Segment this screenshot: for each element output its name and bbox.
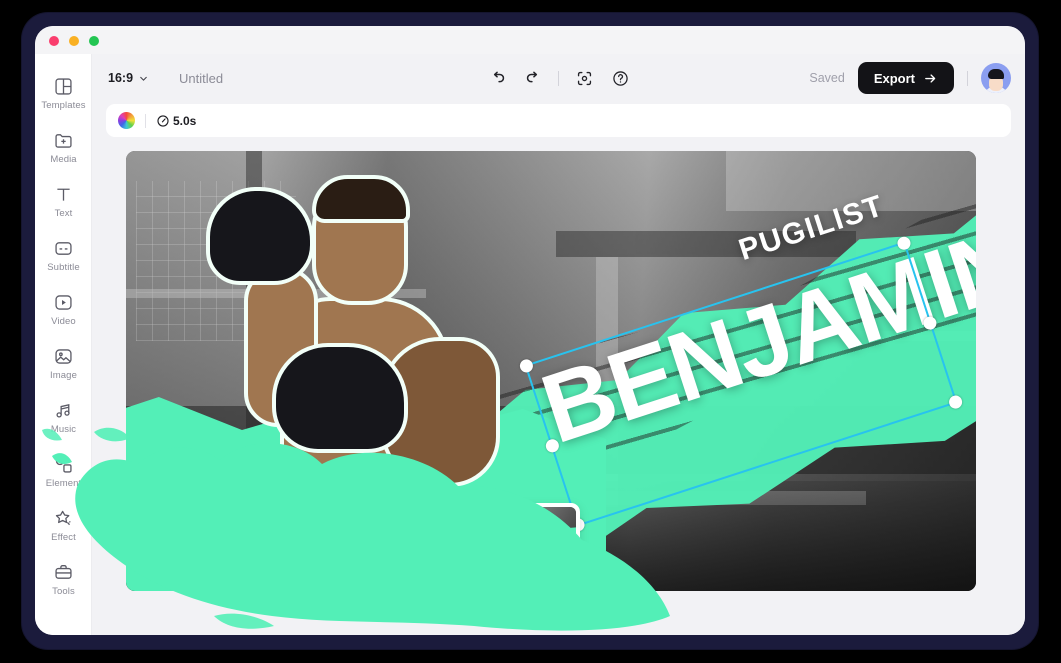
sidebar-item-media[interactable]: Media [35, 120, 92, 174]
sidebar-label-image: Image [50, 369, 77, 381]
timeline-clip-01[interactable]: 01 PUGILIST BENJAMIN [282, 503, 427, 585]
sidebar-item-image[interactable]: Image [35, 336, 92, 390]
element-icon [53, 454, 75, 476]
media-add-folder-icon [53, 130, 75, 152]
sidebar-label-templates: Templates [41, 99, 86, 111]
sidebar-item-tools[interactable]: Tools [35, 552, 92, 606]
avatar[interactable] [981, 63, 1011, 93]
aspect-ratio-value: 16:9 [108, 71, 134, 85]
undo-icon[interactable] [486, 67, 508, 89]
image-icon [53, 346, 75, 368]
timeline-clip-02[interactable]: 02 PUGILIST BENJAMIN [435, 503, 580, 585]
main-area: 16:9 Untitled Saved Export 5.0s PUGILIST… [92, 54, 1025, 635]
arrow-right-icon [923, 71, 938, 86]
duration-value: 5.0s [173, 113, 197, 128]
export-button-label: Export [873, 70, 915, 86]
toolbar-right-actions: Saved Export [809, 62, 1011, 94]
help-circle-icon[interactable] [609, 67, 631, 89]
sidebar-item-element[interactable]: Element [35, 444, 92, 498]
redo-icon[interactable] [522, 67, 544, 89]
sidebar-label-element: Element [45, 477, 82, 489]
maximize-window-button[interactable] [89, 36, 99, 46]
snapshot-icon[interactable] [573, 67, 595, 89]
property-strip: 5.0s [106, 104, 1011, 137]
sidebar-label-text: Text [54, 207, 73, 219]
sidebar-item-templates[interactable]: Templates [35, 66, 92, 120]
close-window-button[interactable] [49, 36, 59, 46]
clock-icon [156, 114, 170, 128]
toolbar-divider-right [967, 70, 968, 86]
sidebar-label-music: Music [50, 423, 77, 435]
app-window: Templates Media Text Subtitle Video Imag… [35, 26, 1025, 635]
sidebar-label-tools: Tools [52, 585, 75, 597]
window-titlebar [35, 26, 1025, 54]
sidebar-item-subtitle[interactable]: Subtitle [35, 228, 92, 282]
sidebar-item-music[interactable]: Music [35, 390, 92, 444]
chevron-down-icon [138, 73, 149, 84]
save-status: Saved [809, 71, 845, 85]
traffic-lights [49, 36, 99, 46]
text-icon [53, 184, 75, 206]
tools-briefcase-icon [53, 562, 75, 584]
clip-number-01: 01 [293, 512, 306, 524]
canvas-area: PUGILIST BENJAMIN 01 PUGILIST BENJAMIN 0… [106, 151, 1011, 591]
sidebar-label-video: Video [51, 315, 76, 327]
effect-sparkle-icon [53, 508, 75, 530]
sidebar-item-video[interactable]: Video [35, 282, 92, 336]
clip-number-02: 02 [446, 512, 459, 524]
export-button[interactable]: Export [857, 62, 954, 94]
top-toolbar: 16:9 Untitled Saved Export [92, 54, 1025, 102]
duration-control[interactable]: 5.0s [156, 114, 196, 128]
aspect-ratio-selector[interactable]: 16:9 [108, 71, 149, 85]
sidebar-label-subtitle: Subtitle [47, 261, 80, 273]
project-title[interactable]: Untitled [179, 71, 223, 86]
subtitle-icon [53, 238, 75, 260]
templates-icon [53, 76, 75, 98]
sidebar-label-effect: Effect [51, 531, 76, 543]
property-divider [145, 113, 146, 128]
color-wheel-icon[interactable] [118, 112, 135, 129]
minimize-window-button[interactable] [69, 36, 79, 46]
toolbar-divider [558, 70, 559, 86]
music-note-icon [53, 400, 75, 422]
video-play-icon [53, 292, 75, 314]
screenshot-root: Templates Media Text Subtitle Video Imag… [0, 0, 1061, 663]
sidebar-item-text[interactable]: Text [35, 174, 92, 228]
timeline-clip-strip: 01 PUGILIST BENJAMIN 02 PUGILIST BENJAMI… [282, 503, 580, 585]
sidebar-item-effect[interactable]: Effect [35, 498, 92, 552]
left-sidebar: Templates Media Text Subtitle Video Imag… [35, 54, 92, 635]
sidebar-label-media: Media [50, 153, 77, 165]
